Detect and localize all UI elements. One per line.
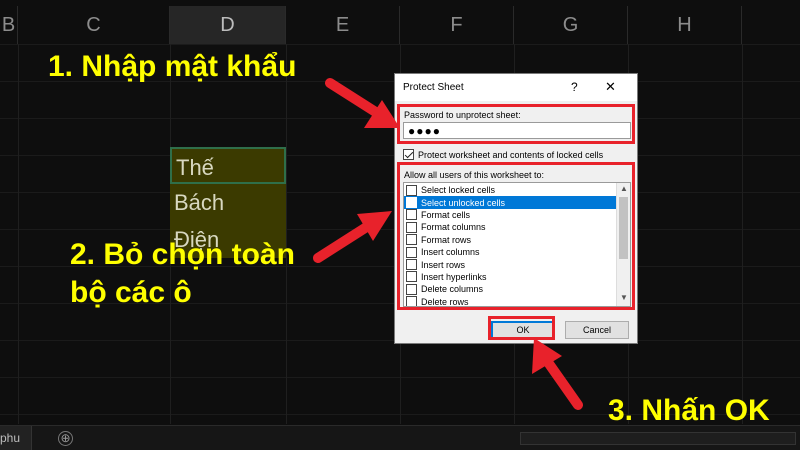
arrow-to-password-icon — [325, 78, 400, 128]
arrow-to-ok-icon — [532, 338, 583, 410]
annotation-arrows — [313, 78, 583, 410]
arrow-to-permissions-icon — [313, 211, 392, 263]
